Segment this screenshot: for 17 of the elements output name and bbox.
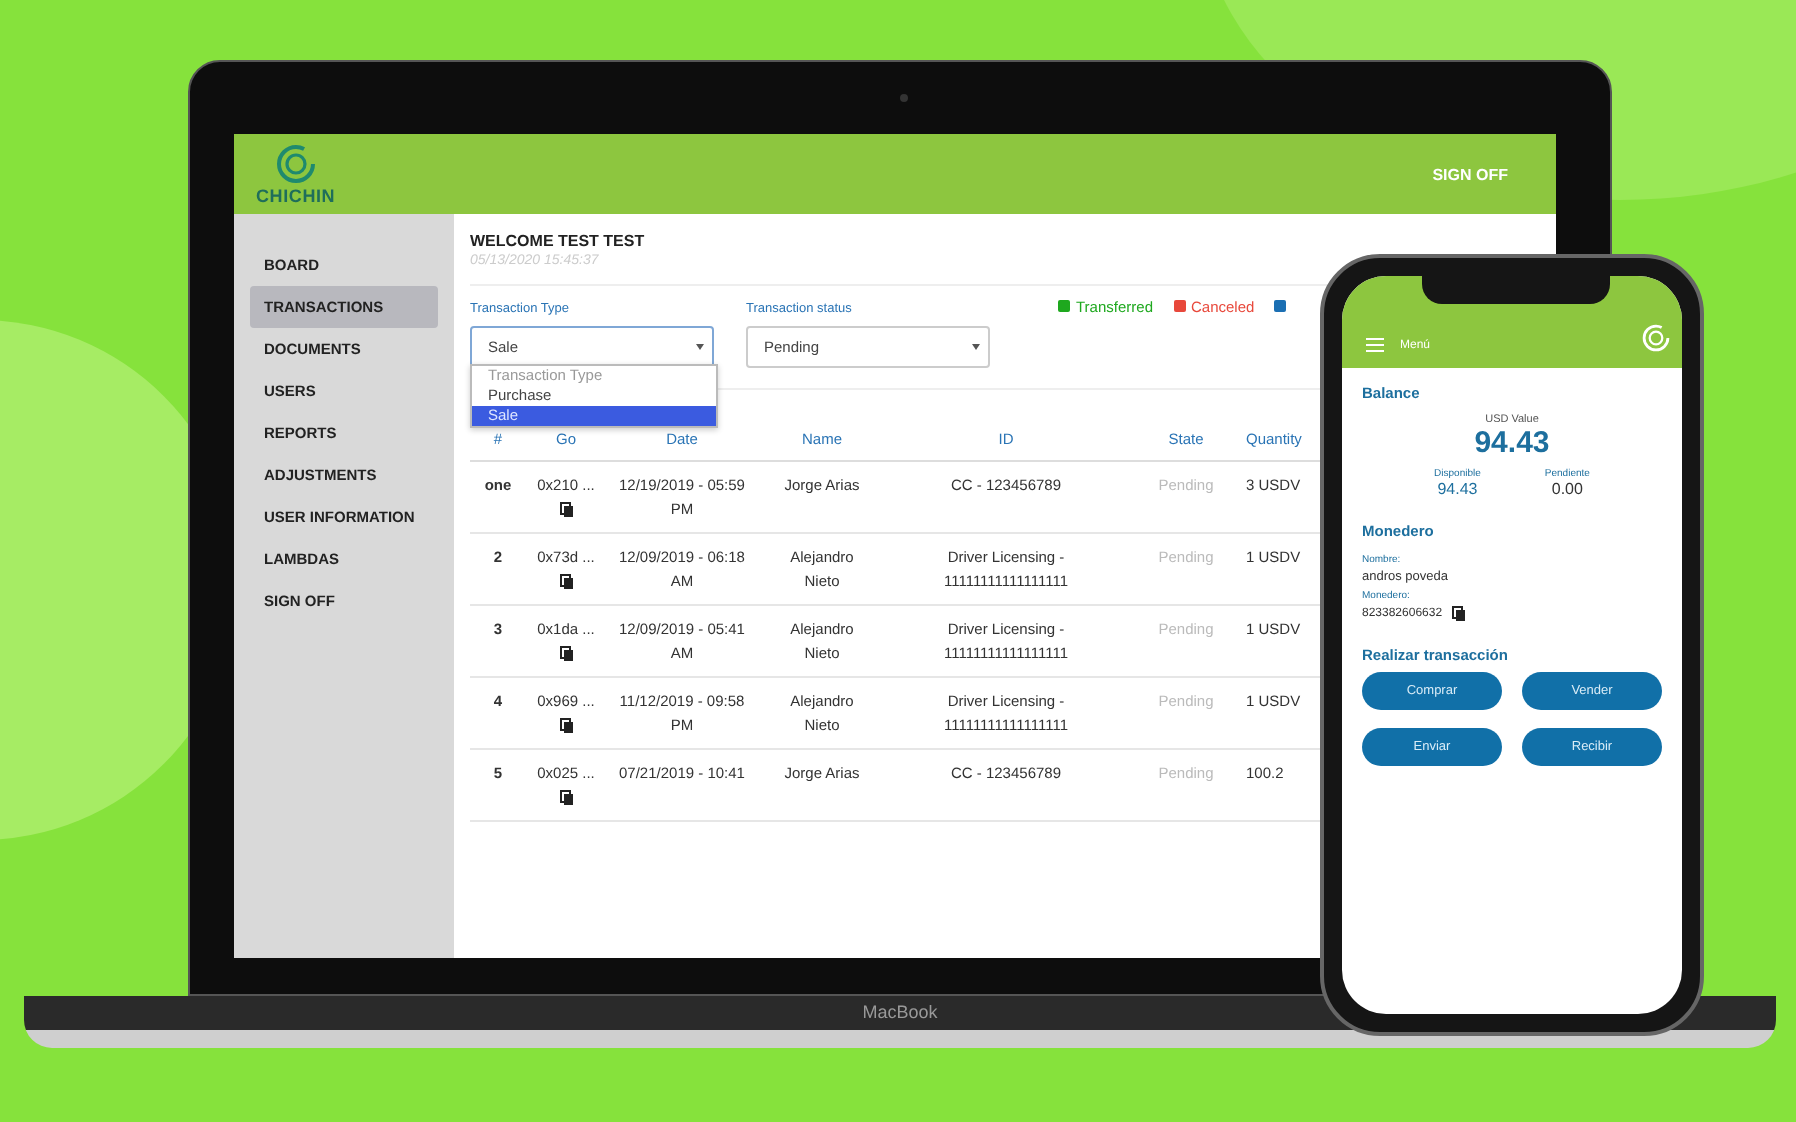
brand-label: MacBook (862, 1000, 938, 1026)
welcome-title: WELCOME TEST TEST (470, 232, 647, 250)
copy-icon[interactable] (559, 646, 573, 662)
copy-icon[interactable] (559, 790, 573, 806)
camera-dot (900, 94, 908, 102)
copy-icon[interactable] (559, 502, 573, 518)
caret-icon (972, 344, 980, 350)
copy-icon[interactable] (559, 718, 573, 734)
balance-value: 94.43 (1472, 426, 1552, 460)
stat-value: 0.00 (1549, 480, 1585, 498)
copy-icon[interactable] (559, 574, 573, 590)
copy-icon[interactable] (1452, 606, 1467, 622)
logo-text: CHICHIN (256, 185, 336, 205)
caret-icon (696, 344, 704, 350)
ring-logo-icon (275, 143, 316, 183)
ring-logo-icon (1642, 324, 1670, 352)
stat-value: 94.43 (1435, 480, 1480, 498)
